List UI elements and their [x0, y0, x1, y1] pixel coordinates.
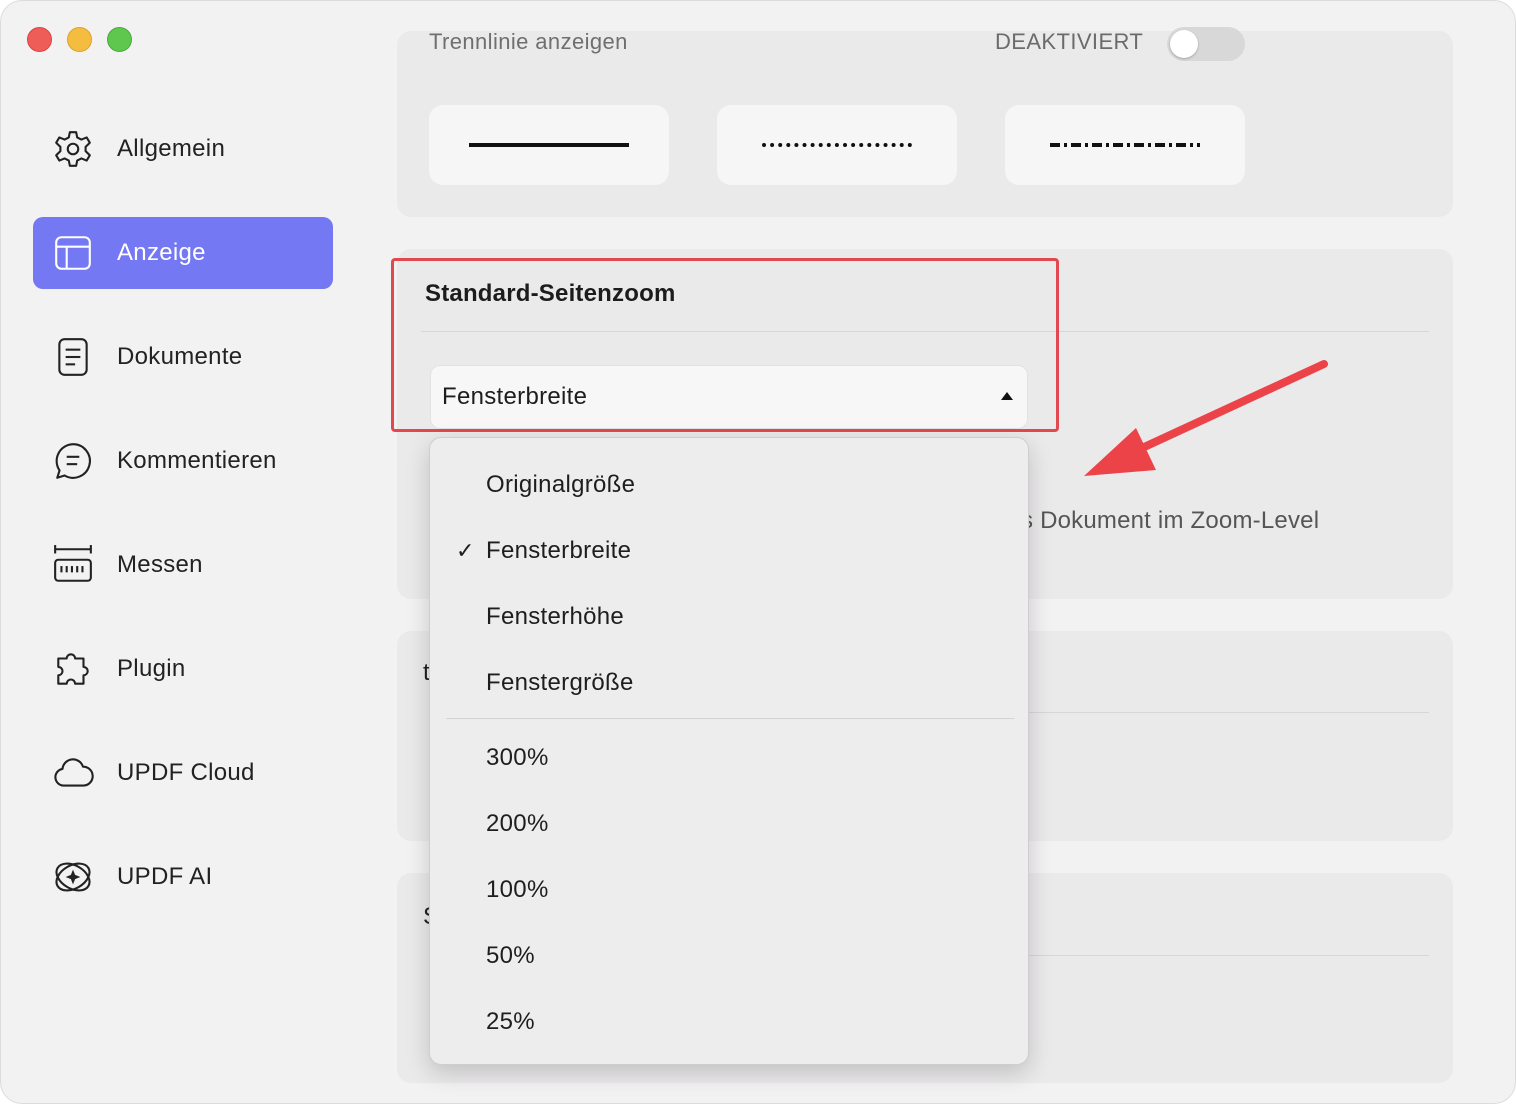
zoom-dropdown-menu: Originalgröße ✓ Fensterbreite Fensterhöh…: [429, 437, 1029, 1065]
annotation-arrow-icon: [1084, 360, 1328, 476]
window-controls: [27, 27, 132, 52]
gear-icon: [51, 127, 95, 171]
line-style-solid-button[interactable]: [429, 105, 669, 185]
menu-item-300[interactable]: 300%: [430, 733, 1028, 783]
dotted-line-icon: [762, 143, 912, 147]
menu-item-label: 50%: [486, 942, 535, 969]
ruler-icon: [51, 543, 95, 587]
menu-separator: [446, 718, 1014, 719]
zoom-divider: [421, 331, 1429, 332]
minimize-window-button[interactable]: [67, 27, 92, 52]
checkmark-icon: ✓: [456, 538, 475, 563]
menu-item-label: 200%: [486, 810, 549, 837]
zoom-helper-text: s Dokument im Zoom-Level: [1021, 507, 1320, 534]
menu-item-50[interactable]: 50%: [430, 931, 1028, 981]
menu-item-label: Fenstergröße: [486, 669, 634, 696]
solid-line-icon: [469, 143, 629, 147]
document-icon: [51, 335, 95, 379]
puzzle-icon: [51, 647, 95, 691]
menu-item-label: Fensterhöhe: [486, 603, 625, 630]
zoom-select-value: Fensterbreite: [442, 383, 588, 410]
sidebar-item-label: Messen: [117, 551, 203, 578]
menu-item-label: 100%: [486, 876, 549, 903]
sidebar-item-label: Allgemein: [117, 135, 226, 162]
toggle-state-label: DEAKTIVIERT: [995, 29, 1144, 54]
sidebar-item-kommentieren[interactable]: Kommentieren: [33, 425, 333, 497]
separator-toggle[interactable]: [1167, 27, 1245, 61]
zoom-select[interactable]: Fensterbreite: [430, 365, 1028, 429]
cloud-icon: [51, 751, 95, 795]
menu-item-originalgroesse[interactable]: Originalgröße: [430, 460, 1028, 510]
sidebar-item-label: UPDF Cloud: [117, 759, 255, 786]
dashdot-line-icon: [1050, 143, 1200, 147]
toggle-knob: [1170, 30, 1198, 58]
menu-item-label: 300%: [486, 744, 549, 771]
sidebar-item-messen[interactable]: Messen: [33, 529, 333, 601]
menu-item-fensterbreite[interactable]: ✓ Fensterbreite: [430, 526, 1028, 576]
menu-item-label: Originalgröße: [486, 471, 636, 498]
line-style-dotted-button[interactable]: [717, 105, 957, 185]
card4-divider: [1029, 955, 1429, 956]
menu-item-25[interactable]: 25%: [430, 997, 1028, 1047]
zoom-window-button[interactable]: [107, 27, 132, 52]
sidebar-item-label: UPDF AI: [117, 863, 213, 890]
sidebar-item-updf-cloud[interactable]: UPDF Cloud: [33, 737, 333, 809]
sidebar-item-label: Dokumente: [117, 343, 243, 370]
comment-icon: [51, 439, 95, 483]
separator-label: Trennlinie anzeigen: [429, 29, 628, 54]
layout-icon: [51, 231, 95, 275]
close-window-button[interactable]: [27, 27, 52, 52]
menu-item-fensterhoehe[interactable]: Fensterhöhe: [430, 592, 1028, 642]
menu-item-label: Fensterbreite: [486, 537, 632, 564]
ai-icon: [51, 855, 95, 899]
menu-item-label: 25%: [486, 1008, 535, 1035]
menu-item-200[interactable]: 200%: [430, 799, 1028, 849]
sidebar-item-anzeige[interactable]: Anzeige: [33, 217, 333, 289]
sidebar-item-label: Anzeige: [117, 239, 206, 266]
card3-divider: [1029, 712, 1429, 713]
sidebar-item-updf-ai[interactable]: UPDF AI: [33, 841, 333, 913]
sidebar-item-label: Plugin: [117, 655, 186, 682]
menu-item-100[interactable]: 100%: [430, 865, 1028, 915]
sidebar-item-label: Kommentieren: [117, 447, 277, 474]
zoom-section-title: Standard-Seitenzoom: [425, 280, 676, 307]
sidebar-item-allgemein[interactable]: Allgemein: [33, 113, 333, 185]
line-style-dashdot-button[interactable]: [1005, 105, 1245, 185]
sidebar-item-plugin[interactable]: Plugin: [33, 633, 333, 705]
caret-up-icon: [1001, 392, 1013, 400]
preferences-window: Allgemein Anzeige Dokumente Kommentieren…: [0, 0, 1516, 1104]
menu-item-fenstergroesse[interactable]: Fenstergröße: [430, 658, 1028, 708]
sidebar-item-dokumente[interactable]: Dokumente: [33, 321, 333, 393]
